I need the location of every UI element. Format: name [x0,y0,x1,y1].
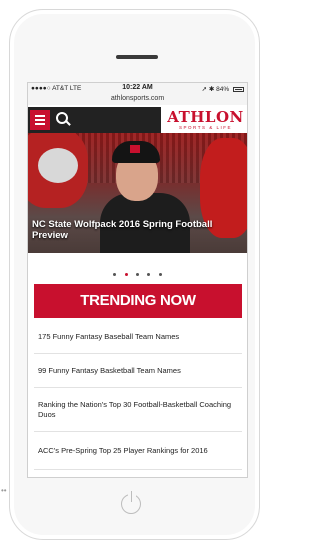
carousel-dot[interactable] [158,273,162,276]
hero-helmet [38,148,78,183]
search-icon[interactable] [56,112,71,126]
location-icon: ➚ [201,86,208,93]
power-icon[interactable] [117,488,147,518]
hamburger-icon[interactable] [30,110,50,130]
nav-bar-dark [28,107,161,133]
status-right: ➚ ✱ 84% [202,85,244,93]
url-text: athlonsports.com [110,95,165,102]
athlon-logo[interactable]: ATHLON SPORTS & LIFE [164,110,247,132]
trending-item-1[interactable]: 175 Funny Fantasy Baseball Team Names [34,321,242,354]
trending-item-3[interactable]: Ranking the Nation's Top 30 Football-Bas… [34,388,242,432]
carousel-dot[interactable] [147,273,151,276]
side-dots: •• [1,486,7,495]
carousel-pager [28,263,247,281]
battery-percent: 84% [216,86,230,93]
cap-logo [130,145,140,153]
hero-carousel[interactable]: NC State Wolfpack 2016 Spring Football P… [28,133,247,253]
battery-icon [233,86,244,92]
phone-screen: ●●●●○ AT&T LTE 10:22 AM ➚ ✱ 84% athlonsp… [27,82,248,478]
status-bar: ●●●●○ AT&T LTE 10:22 AM ➚ ✱ 84% [28,83,247,95]
url-bar[interactable]: athlonsports.com [28,95,247,105]
carousel-dot-active[interactable] [124,273,128,276]
trending-item-4[interactable]: ACC's Pre-Spring Top 25 Player Rankings … [34,432,242,470]
logo-main-text: ATHLON [167,108,244,126]
hero-caption[interactable]: NC State Wolfpack 2016 Spring Football P… [32,219,242,241]
carousel-dot[interactable] [113,273,117,276]
trending-list: 175 Funny Fantasy Baseball Team Names 99… [34,321,242,470]
site-header: ATHLON SPORTS & LIFE [28,107,247,133]
carousel-dot[interactable] [136,273,139,276]
phone-speaker [116,55,158,59]
trending-item-2[interactable]: 99 Funny Fantasy Basketball Team Names [34,354,242,388]
bluetooth-icon: ✱ [208,86,215,93]
trending-header: TRENDING NOW [34,284,242,318]
